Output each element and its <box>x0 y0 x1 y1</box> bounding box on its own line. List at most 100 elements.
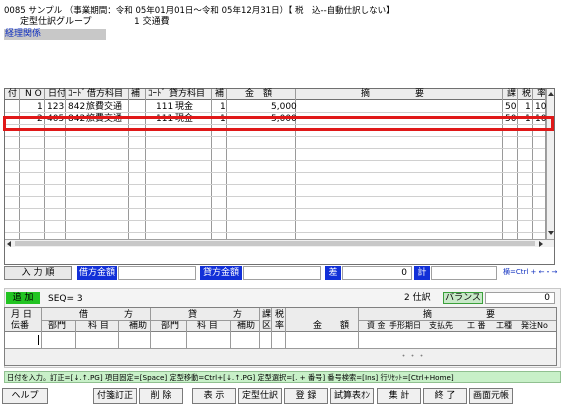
col-header-date: 日付 <box>48 89 67 99</box>
form-header-hojo2: 補助 <box>237 321 256 331</box>
entry-form-grid: 月 日 伝番 借 方 部門 科 目 補助 貸 方 部門 科 目 補助 課 税 区… <box>4 307 557 366</box>
sticky-note-edit-button[interactable]: 付箋訂正 <box>93 388 137 404</box>
tekiyo-input[interactable] <box>359 333 555 347</box>
row-ka: 50 <box>505 102 517 112</box>
form-header-date: 月 日 <box>11 310 32 320</box>
scroll-thumb[interactable] <box>15 241 535 246</box>
help-button[interactable]: ヘルプ <box>2 388 48 404</box>
debit-total-field <box>118 266 196 280</box>
col-header-amount: 金 額 <box>245 89 273 99</box>
form-header-shiharai: 支払先 <box>429 321 453 330</box>
credit-bumon-input[interactable] <box>151 333 185 347</box>
scroll-up-icon[interactable] <box>548 92 554 96</box>
row-debit: 旅費交通 <box>86 102 123 112</box>
group-value: 1 交通費 <box>134 17 170 27</box>
scroll-hint: 横=Ctrl + ←・→ <box>503 268 558 276</box>
debit-bumon-input[interactable] <box>42 333 74 347</box>
row-ritsu: 10 <box>535 102 547 112</box>
register-button[interactable]: 登 録 <box>284 388 328 404</box>
form-header-tekiyo: 摘 要 <box>423 310 496 320</box>
col-header-ka: 課 <box>507 89 517 99</box>
form-header-koshu: 工種 <box>496 321 512 330</box>
aggregate-button[interactable]: 集 計 <box>377 388 421 404</box>
form-header-ka: 課 <box>262 310 272 320</box>
form-header-denban: 伝番 <box>11 321 30 331</box>
form-header-tegata: 手形期日 <box>389 321 421 330</box>
entry-count: 2 仕訳 <box>404 293 431 303</box>
col-header-ho2: 補 <box>215 89 225 99</box>
date-input[interactable] <box>6 333 40 347</box>
input-order-label: 入 力 順 <box>21 268 55 278</box>
form-header-amount: 金 額 <box>313 321 350 331</box>
row-code2: 111 <box>156 102 174 112</box>
row-date: 123 <box>47 102 65 112</box>
journal-table: 付 N O 日付 ｺｰﾄﾞ 借方科目 補 ｺｰﾄﾞ 貸方科目 補 金 額 摘 要… <box>4 88 555 265</box>
diff-value-text: 0 <box>401 268 407 278</box>
table-row[interactable]: 1 123 842 旅費交通 111 現金 1 5,000 50 1 10 <box>5 101 547 112</box>
scroll-down-icon[interactable] <box>548 231 554 235</box>
row-ho2: 1 <box>220 102 226 112</box>
status-line: 日付を入力。訂正=[↓.↑.PG] 項目固定=[Space] 定型移動=Ctrl… <box>4 371 561 383</box>
form-header-ritsu: 率 <box>275 321 285 331</box>
form-header-credit: 貸 方 <box>188 310 243 320</box>
balance-label: バランス <box>443 292 483 304</box>
trial-balance-on-button[interactable]: 試算表ｵﾝ <box>330 388 374 404</box>
mode-badge: 追 加 <box>6 292 40 304</box>
keiri-label: 経理関係 <box>4 29 106 40</box>
credit-total-label: 貸方金額 <box>200 266 242 280</box>
screen-ledger-button[interactable]: 画面元帳 <box>469 388 513 404</box>
form-header-kbn: 税 <box>275 310 285 320</box>
col-header-code1: ｺｰﾄﾞ <box>68 89 87 99</box>
form-header-shikin: 資 金 <box>367 321 386 330</box>
group-label: 定型仕訳グループ <box>20 17 92 27</box>
col-header-code2: ｺｰﾄﾞ <box>148 89 167 99</box>
seq-label: SEQ= 3 <box>48 294 83 304</box>
credit-account-input[interactable] <box>187 333 229 347</box>
vertical-scrollbar[interactable] <box>546 89 554 239</box>
form-header-bumon1: 部門 <box>48 321 67 331</box>
scroll-left-icon[interactable] <box>7 241 11 247</box>
form-header-kamoku1: 科 目 <box>88 321 109 331</box>
col-header-zei: 税 <box>522 89 532 99</box>
form-header-koban: 工 番 <box>467 321 486 330</box>
debit-total-label: 借方金額 <box>77 266 117 280</box>
debit-hojo-input[interactable] <box>119 333 149 347</box>
col-header-tekiyo: 摘 要 <box>361 89 425 99</box>
display-button[interactable]: 表 示 <box>192 388 236 404</box>
delete-button[interactable]: 削 除 <box>139 388 183 404</box>
form-header-kamoku2: 科 目 <box>197 321 218 331</box>
row-code1: 842 <box>68 102 86 112</box>
horizontal-scrollbar[interactable] <box>5 239 554 247</box>
debit-account-input[interactable] <box>76 333 117 347</box>
text-cursor <box>38 335 39 345</box>
row-no: 1 <box>37 102 43 112</box>
exit-button[interactable]: 終 了 <box>423 388 467 404</box>
selected-row-highlight <box>3 116 554 131</box>
col-header-credit: 貸方科目 <box>169 89 206 99</box>
dots-indicator: ・・・ <box>399 352 427 362</box>
input-order-button[interactable]: 入 力 順 <box>4 266 72 280</box>
col-header-ho1: 補 <box>131 89 141 99</box>
col-header-tsuki: 付 <box>8 89 18 99</box>
template-journal-button[interactable]: 定型仕訳 <box>238 388 282 404</box>
kei-field <box>431 266 497 280</box>
form-header-debit: 借 方 <box>79 310 134 320</box>
form-header-hatchu: 発注No <box>521 321 548 330</box>
window-title: 0085 サンプル （事業期間：令和 05年01月01日～令和 05年12月31… <box>4 6 395 16</box>
col-header-no: N O <box>25 89 42 99</box>
row-credit: 現金 <box>175 102 194 112</box>
form-header-ho: 区 <box>262 321 272 331</box>
form-header-bumon2: 部門 <box>161 321 180 331</box>
scroll-right-icon[interactable] <box>539 241 543 247</box>
kei-label: 計 <box>414 266 430 280</box>
col-header-debit: 借方科目 <box>87 89 124 99</box>
row-zei: 1 <box>525 102 531 112</box>
credit-hojo-input[interactable] <box>231 333 258 347</box>
sub-row <box>5 349 556 365</box>
credit-total-field <box>243 266 321 280</box>
diff-label: 差 <box>325 266 341 280</box>
amount-input[interactable] <box>286 333 357 347</box>
balance-value-text: 0 <box>544 293 550 303</box>
diff-value: 0 <box>342 266 412 280</box>
form-header-hojo1: 補助 <box>129 321 148 331</box>
